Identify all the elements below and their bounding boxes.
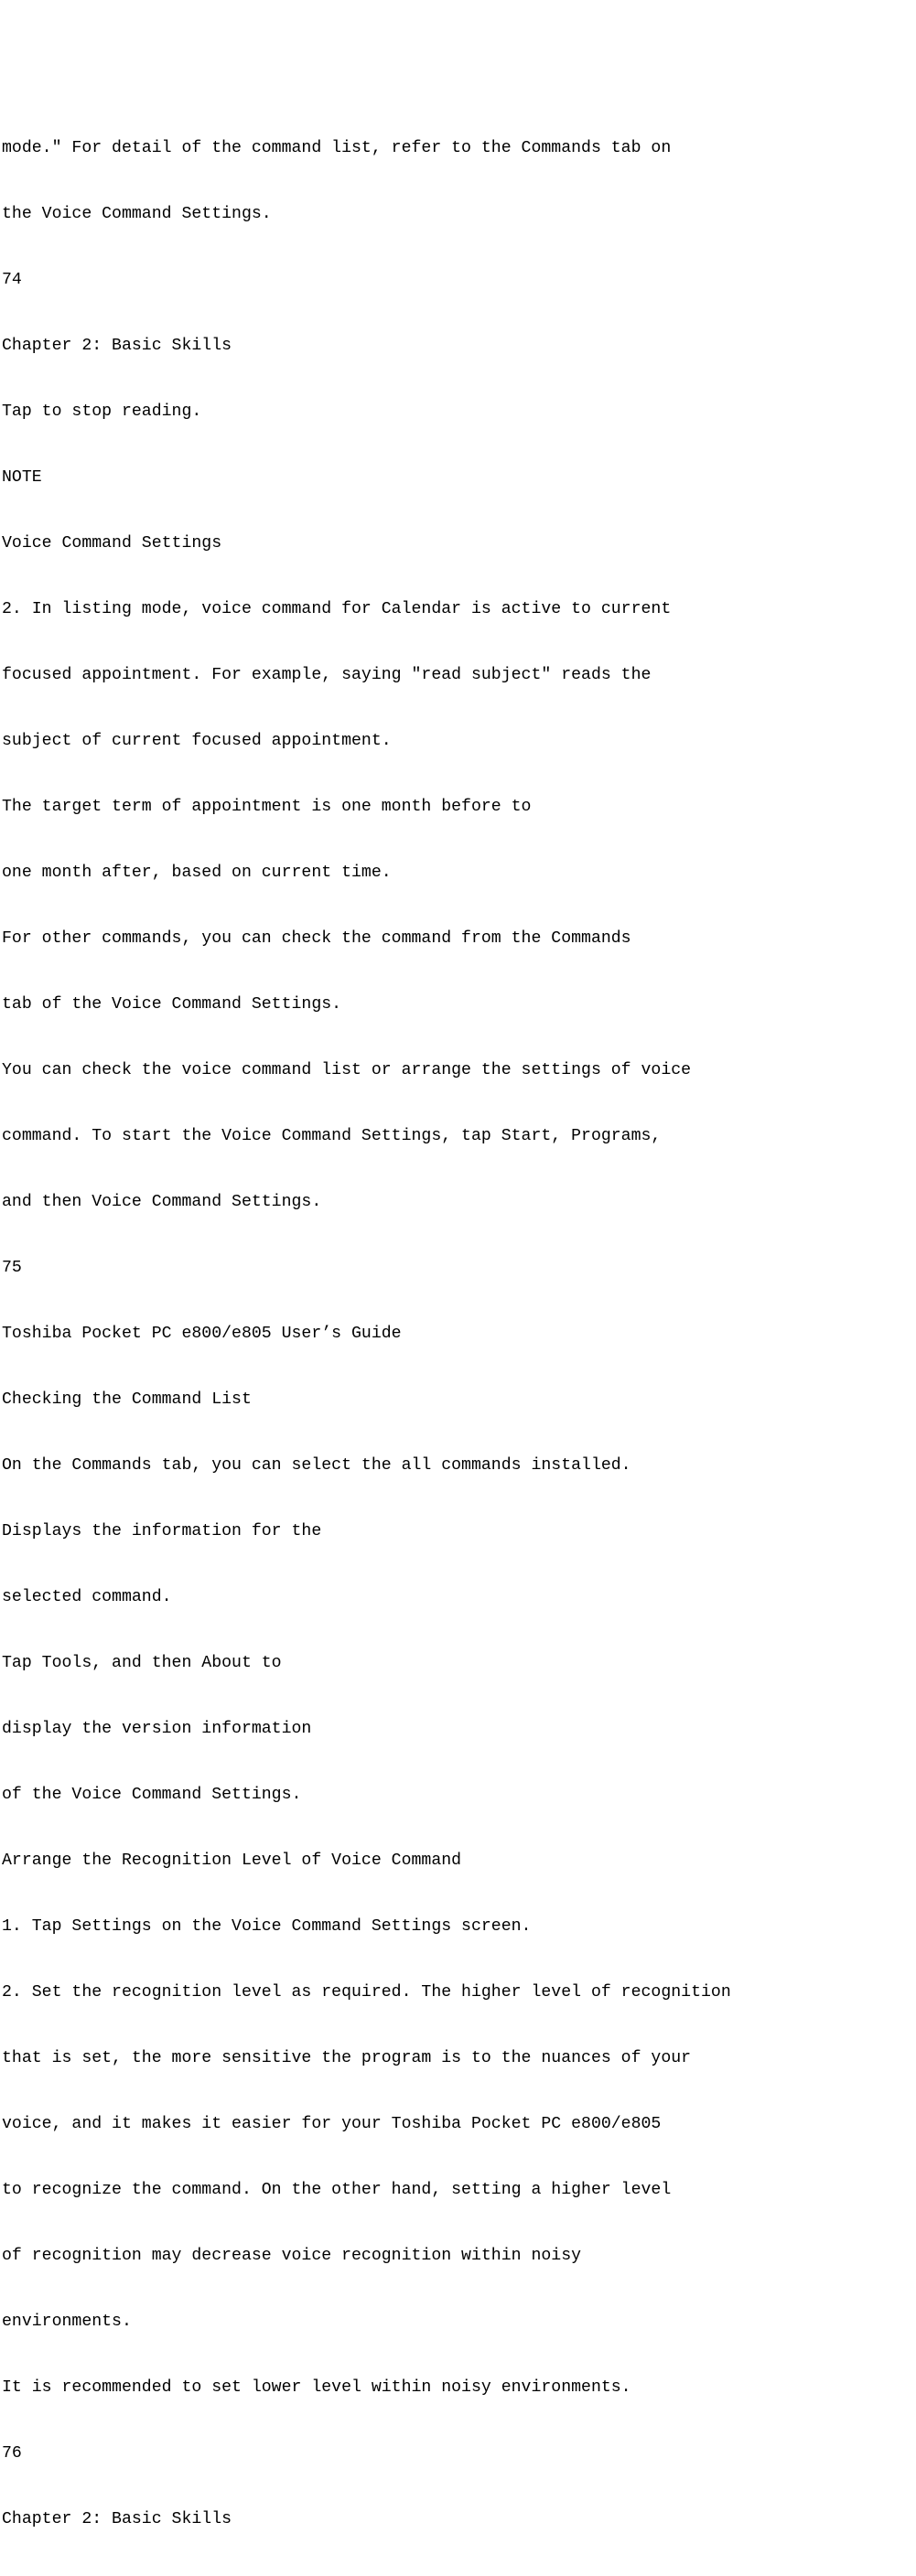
text-line: 1. Tap Settings on the Voice Command Set… [2,1910,916,1943]
text-line: Chapter 2: Basic Skills [2,329,916,362]
text-line: NOTE [2,461,916,494]
text-line: of recognition may decrease voice recogn… [2,2239,916,2272]
text-line: You can check the voice command list or … [2,1054,916,1087]
text-line: display the version information [2,1712,916,1745]
text-line: Chapter 2: Basic Skills [2,2503,916,2536]
text-line: command. To start the Voice Command Sett… [2,1120,916,1153]
text-line: Toshiba Pocket PC e800/e805 User’s Guide [2,1317,916,1350]
text-line: focused appointment. For example, saying… [2,659,916,692]
text-line: mode." For detail of the command list, r… [2,132,916,165]
text-line: 76 [2,2437,916,2470]
text-line: selected command. [2,1581,916,1614]
text-line: Voice Command Settings [2,527,916,560]
text-line: and then Voice Command Settings. [2,1186,916,1218]
text-line: The target term of appointment is one mo… [2,790,916,823]
text-line: that is set, the more sensitive the prog… [2,2042,916,2075]
text-line: to recognize the command. On the other h… [2,2174,916,2206]
text-line: Displays the information for the [2,1515,916,1548]
text-line: 75 [2,1251,916,1284]
text-line: Tap to stop reading. [2,395,916,428]
text-line: of the Voice Command Settings. [2,1778,916,1811]
text-line: 2. In listing mode, voice command for Ca… [2,593,916,626]
text-line: the Voice Command Settings. [2,198,916,231]
text-line: Checking the Command List [2,1383,916,1416]
text-line: one month after, based on current time. [2,856,916,889]
text-line: tab of the Voice Command Settings. [2,988,916,1021]
text-line: Tap Tools, and then About to [2,1647,916,1680]
text-line: voice, and it makes it easier for your T… [2,2108,916,2141]
text-line: 74 [2,263,916,296]
text-line: It is recommended to set lower level wit… [2,2371,916,2404]
text-line: Arrange the Recognition Level of Voice C… [2,1844,916,1877]
text-line: Tap and select the [2,2569,916,2576]
text-line: 2. Set the recognition level as required… [2,1976,916,2009]
text-line: environments. [2,2305,916,2338]
text-line: On the Commands tab, you can select the … [2,1449,916,1482]
text-line: For other commands, you can check the co… [2,922,916,955]
text-line: subject of current focused appointment. [2,724,916,757]
